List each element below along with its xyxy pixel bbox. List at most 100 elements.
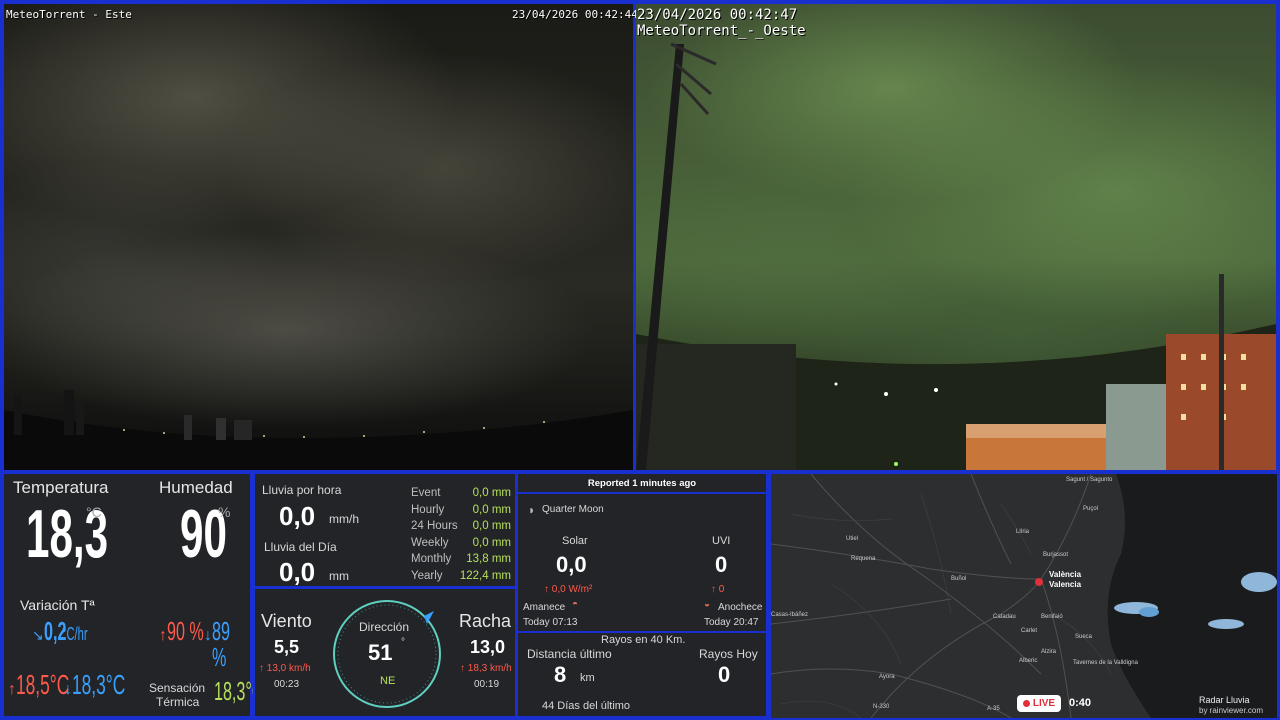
reported-time: Reported 1 minutes ago [587,478,697,489]
temperature-variation: ↘ 0,2 °C/hr [32,618,103,645]
uvi-value: 0 [715,552,728,577]
rain-radar-map[interactable]: Sagunt / Sagunto Puçol Llíria Burjassot … [771,474,1277,718]
map-place-label: Utiel [846,536,859,542]
wind-speed-label: Viento [261,611,312,631]
max-arrow-icon: ↑ [711,584,719,595]
map-place-label: Llíria [1016,529,1030,535]
east-webcam-image [4,4,633,470]
rain-total-row: Hourly 0,0 mm [411,503,511,516]
wind-panel: Viento 5,5 ↑ 13,0 km/h 00:23 Dirección 5… [253,587,517,718]
feels-like-label-1: Sensación [149,681,206,695]
wind-direction-label: Dirección [359,620,410,634]
temperature-min: ↓ 18,3°C [64,671,158,699]
lightning-today-value: 0 [718,662,731,687]
map-place-label: Benifaió [1041,614,1063,620]
sunrise-label: Amanece [523,602,566,613]
feels-like-label-2: Térmica [156,695,200,709]
temperature-variation-unit: °C/hr [61,624,88,644]
map-place-label: València [1049,570,1082,579]
map-road-label: N-330 [873,704,890,710]
solar-label: Solar [562,535,588,547]
rain-day-value: 0,0 [279,557,316,587]
wind-direction-value: 51 [368,640,393,665]
west-scene [636,42,1276,470]
east-camera-name: MeteoTorrent - Este [6,8,132,21]
map-place-label: Casas-Ibáñez [771,612,809,618]
humidity-unit: % [218,504,231,520]
sunset-label: Anochece [718,602,763,613]
map-place-label: Sueca [1075,634,1093,640]
lightning-distance-label: Distancia último [527,647,612,661]
max-arrow-icon: ↑ [544,584,552,595]
radar-credit: by rainviewer.com [1199,706,1264,715]
live-dot-icon [1022,700,1030,707]
rain-totals-table: Event 0,0 mm Hourly 0,0 mm 24 Hours 0,0 mm … [411,487,511,586]
rain-total-row: 24 Hours 0,0 mm [411,520,511,532]
rain-total-row: Monthly 13,8 mm [411,553,511,565]
reported-bar: Reported 1 minutes ago [516,472,768,493]
min-arrow-icon: ↓ [204,627,212,644]
temperature-title: Temperatura [13,478,109,497]
radar-time: 0:40 [1069,697,1092,709]
west-webcam-image [636,4,1276,470]
map-place-label: Puçol [1083,506,1099,512]
temperature-variation-label: Variación Tª [20,597,95,613]
wind-direction-unit: ° [401,637,405,648]
west-camera-name: MeteoTorrent_-_Oeste [637,23,806,39]
temperature-unit: °C [86,504,102,520]
wind-speed-max: ↑ 13,0 km/h [259,663,311,674]
sunrise-icon: ◓ [572,599,579,610]
lightning-distance-value: 8 [554,662,567,687]
humidity-max-value: 90 % [167,616,204,646]
map-place-label: Burjassot [1043,552,1069,558]
lightning-title: Rayos en 40 Km. [601,634,686,646]
max-arrow-icon: ↑ [159,627,167,644]
rain-rate-value: 0,0 [279,501,316,531]
temperature-min-value: 18,3°C [72,669,126,700]
east-city-skyline [4,390,633,470]
radar-title: Radar Lluvia [1199,695,1250,705]
min-arrow-icon: ↓ [64,681,72,698]
sunset-icon: ◒ [704,599,711,610]
sunset-time: Today 20:47 [704,617,759,628]
wind-speed-value: 5,5 [274,637,300,657]
west-camera-timestamp: 23/04/2026 00:42:47 [637,7,798,23]
max-arrow-icon: ↑ [8,681,16,698]
radar-map-base [771,474,1277,718]
temperature-variation-value: 0,2 [43,616,67,646]
rain-total-row: Weekly 0,0 mm [411,536,511,549]
rain-total-row: Yearly 122,4 mm [411,569,511,582]
map-place-label: Ayora [879,674,895,680]
wind-gust-value: 13,0 [470,637,506,657]
rain-rate-label: Lluvia por hora [262,483,342,497]
max-arrow-icon: ↑ [460,663,468,674]
max-arrow-icon: ↑ [259,663,267,674]
map-place-label: Tavernes de la Valldigna [1073,660,1138,666]
uvi-max: ↑ 0 [711,584,725,595]
temperature-humidity-panel: Temperatura Humedad 18,3 °C 90 % Variaci… [2,472,263,718]
rain-day-label: Lluvia del Día [264,540,337,554]
rain-rate-unit: mm/h [329,512,359,526]
humidity-min: ↓ 89 % [204,618,250,670]
solar-panel: ◗ Quarter Moon Solar 0,0 ↑ 0,0 W/m² UVI … [516,492,768,633]
wind-gust-max: ↑ 18,3 km/h [460,663,512,674]
map-place-label: Carlet [1021,628,1038,634]
solar-max: ↑ 0,0 W/m² [544,584,593,595]
live-badge[interactable]: LIVE [1017,695,1061,712]
wind-speed-time: 00:23 [274,679,300,690]
wind-direction-cardinal: NE [380,675,396,687]
map-place-label: Alberic [1019,658,1038,664]
map-place-label: Valencia [1049,580,1082,589]
map-place-label: Sagunt / Sagunto [1066,477,1113,483]
rain-day-unit: mm [329,569,349,583]
map-place-label: Alzira [1041,649,1057,655]
map-place-label: Catadau [993,614,1016,620]
solar-value: 0,0 [556,552,587,577]
lightning-distance-unit: km [580,672,595,684]
moon-phase: Quarter Moon [542,504,604,515]
humidity-title: Humedad [159,478,233,497]
trend-down-icon: ↘ [32,627,44,643]
uvi-label: UVI [712,535,731,547]
map-road-label: A-35 [987,706,1000,712]
live-label: LIVE [1032,698,1056,709]
